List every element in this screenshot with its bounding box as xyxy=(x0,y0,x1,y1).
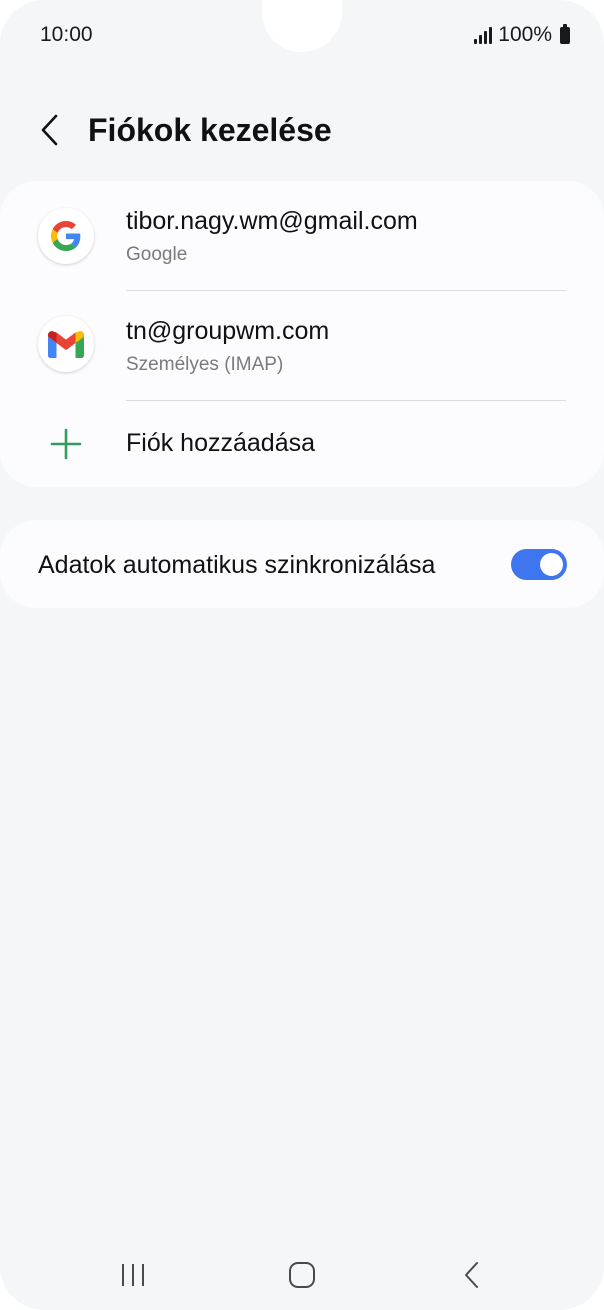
account-row-google[interactable]: tibor.nagy.wm@gmail.com Google xyxy=(0,181,604,291)
back-button[interactable] xyxy=(20,100,80,160)
status-indicators: 100% xyxy=(474,23,570,47)
account-email: tn@groupwm.com xyxy=(126,317,330,345)
account-type: Személyes (IMAP) xyxy=(126,354,284,375)
navigation-bar xyxy=(0,1240,604,1310)
page-title: Fiókok kezelése xyxy=(88,111,332,148)
status-bar: 10:00 100% xyxy=(40,20,570,50)
home-icon xyxy=(289,1262,315,1288)
phone-screen: 10:00 100% Fiókok kezelése tibor.nagy.wm… xyxy=(0,0,604,1310)
account-email: tibor.nagy.wm@gmail.com xyxy=(126,207,418,235)
account-row-imap[interactable]: tn@groupwm.com Személyes (IMAP) xyxy=(0,291,604,401)
add-account-label: Fiók hozzáadása xyxy=(126,429,316,457)
plus-icon xyxy=(50,428,82,460)
gmail-icon xyxy=(38,316,94,372)
header: Fiókok kezelése xyxy=(0,100,604,160)
battery-icon xyxy=(560,23,570,44)
signal-icon xyxy=(474,26,493,44)
add-account-button[interactable]: Fiók hozzáadása xyxy=(0,401,604,487)
recents-icon xyxy=(122,1264,144,1286)
back-icon xyxy=(465,1262,478,1288)
status-time: 10:00 xyxy=(40,23,93,46)
auto-sync-toggle[interactable] xyxy=(511,549,567,580)
recents-button[interactable] xyxy=(93,1240,173,1310)
auto-sync-label: Adatok automatikus szinkronizálása xyxy=(38,551,436,579)
google-icon xyxy=(38,208,94,264)
toggle-knob xyxy=(540,553,563,576)
home-button[interactable] xyxy=(262,1240,342,1310)
accounts-card: tibor.nagy.wm@gmail.com Google tn@groupw… xyxy=(0,181,604,487)
chevron-left-icon xyxy=(41,114,58,146)
system-back-button[interactable] xyxy=(432,1240,512,1310)
battery-percent: 100% xyxy=(498,23,552,46)
auto-sync-row[interactable]: Adatok automatikus szinkronizálása xyxy=(0,520,604,608)
account-type: Google xyxy=(126,244,188,265)
